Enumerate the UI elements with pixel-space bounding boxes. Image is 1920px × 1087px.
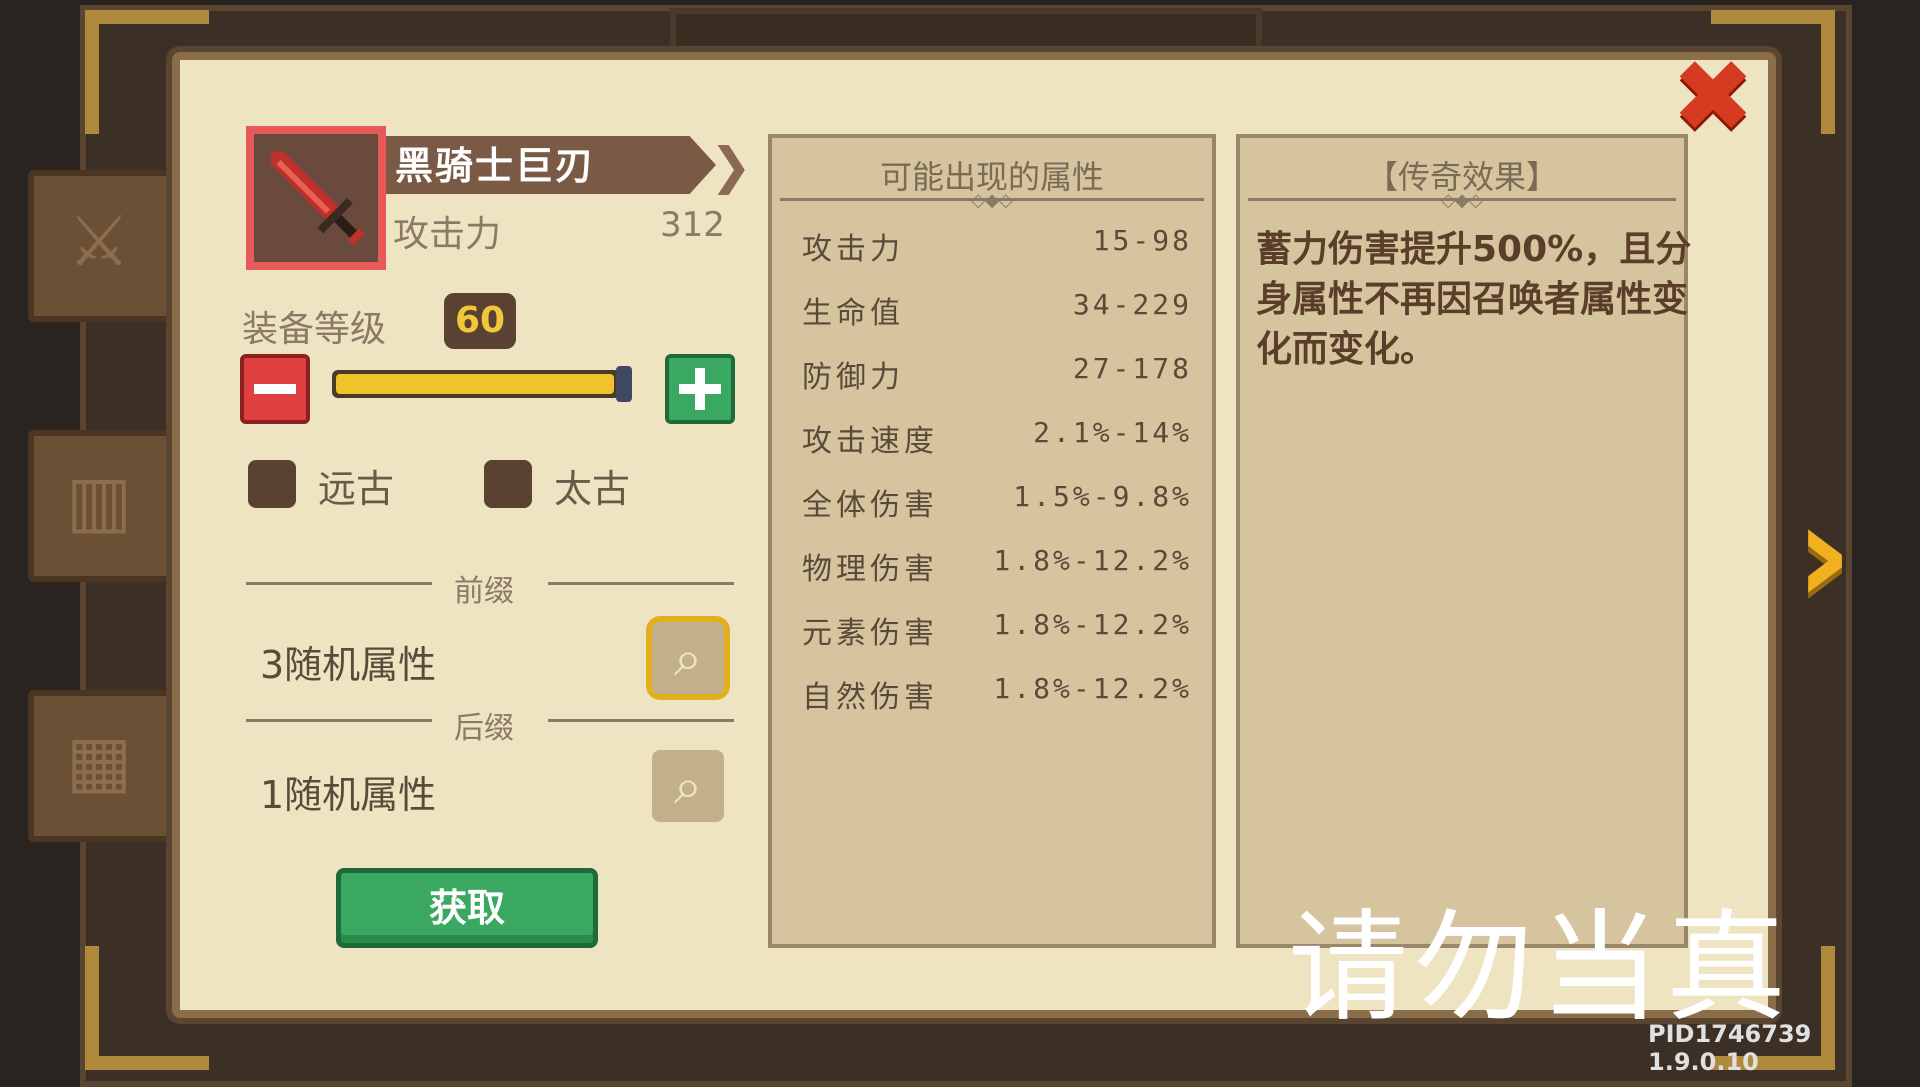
attribute-range: 1.8%-12.2% [993, 672, 1192, 705]
suffix-text: 1随机属性 [260, 773, 437, 817]
attribute-name: 防御力 [802, 360, 904, 395]
sword-icon: ⚔ [67, 200, 131, 282]
attribute-row: 物理伤害 1.8%-12.2% [772, 544, 1212, 594]
attribute-range: 34-229 [1072, 288, 1192, 321]
increase-level-button[interactable] [665, 354, 735, 424]
divider [548, 582, 734, 585]
title-decoration [670, 8, 1262, 54]
level-slider[interactable] [332, 366, 632, 402]
attribute-row: 生命值 34-229 [772, 288, 1212, 338]
watermark-text: 请勿当真 [1288, 899, 1792, 1038]
attribute-name: 攻击速度 [802, 424, 938, 459]
sword-icon [270, 151, 365, 246]
attribute-range: 27-178 [1072, 352, 1192, 385]
stat-value: 312 [660, 205, 725, 245]
attribute-range: 2.1%-14% [1033, 416, 1192, 449]
suffix-label: 后缀 [454, 711, 514, 746]
minus-icon [254, 384, 296, 394]
primal-checkbox[interactable] [484, 460, 532, 508]
stat-label: 攻击力 [393, 214, 502, 255]
item-icon [246, 126, 386, 270]
divider [548, 719, 734, 722]
legendary-effect-text: 蓄力伤害提升500%，且分身属性不再因召唤者属性变化而变化。 [1256, 229, 1692, 370]
attribute-row: 防御力 27-178 [772, 352, 1212, 402]
attribute-row: 攻击力 15-98 [772, 224, 1212, 274]
divider [246, 582, 432, 585]
ancient-checkbox[interactable] [248, 460, 296, 508]
attribute-range: 1.8%-12.2% [993, 544, 1192, 577]
attribute-name: 自然伤害 [802, 680, 938, 715]
attribute-row: 攻击速度 2.1%-14% [772, 416, 1212, 466]
level-badge: 60 [444, 293, 516, 349]
attribute-range: 1.5%-9.8% [1013, 480, 1192, 513]
get-button[interactable]: 获取 [336, 868, 598, 948]
version-text: PID1746739 1.9.0.10 [1648, 1020, 1812, 1076]
divider-ornament: ◇◆◇ [971, 190, 1013, 211]
chevron-right-icon: ❯ [710, 137, 752, 195]
armor-icon: ▥ [65, 460, 133, 542]
side-tab-accessory[interactable]: ▦ [28, 690, 180, 842]
magnifier-icon: ⌕ [674, 629, 702, 687]
primal-label: 太古 [554, 467, 631, 511]
decrease-level-button[interactable] [240, 354, 310, 424]
attribute-row: 元素伤害 1.8%-12.2% [772, 608, 1212, 658]
possible-attributes-box: 可能出现的属性 ◇◆◇ 攻击力 15-98 生命值 34-229 防御力 27-178 攻击… [768, 134, 1216, 948]
divider-ornament: ◇◆◇ [1441, 190, 1483, 211]
side-tab-weapon[interactable]: ⚔ [28, 170, 180, 322]
prefix-text: 3随机属性 [260, 643, 437, 687]
attribute-range: 15-98 [1092, 224, 1192, 257]
prefix-label: 前缀 [454, 574, 514, 609]
side-tab-armor[interactable]: ▥ [28, 430, 180, 582]
attribute-range: 1.8%-12.2% [993, 608, 1192, 641]
divider [246, 719, 432, 722]
magnifier-icon: ⌕ [674, 757, 702, 815]
ancient-label: 远古 [318, 467, 395, 511]
attribute-name: 元素伤害 [802, 616, 938, 651]
prefix-magnifier-button[interactable]: ⌕ [652, 622, 724, 694]
attribute-row: 全体伤害 1.5%-9.8% [772, 480, 1212, 530]
chevron-right-icon[interactable]: › [1795, 485, 1885, 625]
item-name: 黑骑士巨刃 [395, 144, 596, 188]
close-icon[interactable]: ✖ [1668, 47, 1758, 147]
attribute-name: 全体伤害 [802, 488, 938, 523]
attribute-row: 自然伤害 1.8%-12.2% [772, 672, 1212, 722]
level-label: 装备等级 [242, 309, 387, 350]
grid-icon: ▦ [65, 720, 133, 802]
attribute-name: 攻击力 [802, 232, 904, 267]
attribute-name: 物理伤害 [802, 552, 938, 587]
level-slider-fill [336, 374, 614, 394]
level-slider-handle[interactable] [616, 366, 632, 402]
suffix-magnifier-button[interactable]: ⌕ [652, 750, 724, 822]
attribute-name: 生命值 [802, 296, 904, 331]
